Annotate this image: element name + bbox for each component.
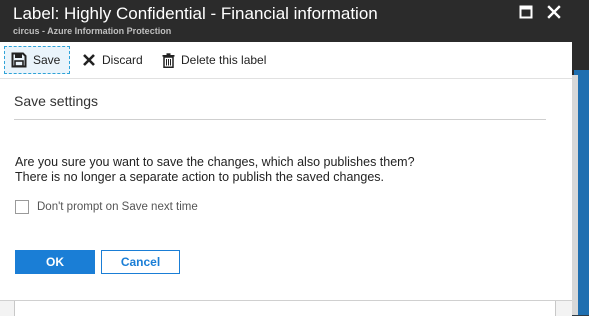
close-button[interactable] <box>546 4 562 24</box>
discard-button[interactable]: Discard <box>76 46 149 74</box>
dialog-message-line-2: There is no longer a separate action to … <box>15 170 384 184</box>
delete-label: Delete this label <box>181 53 267 67</box>
discard-x-icon <box>82 53 96 67</box>
command-bar: Save Discard Delete this label <box>0 42 572 79</box>
save-button[interactable]: Save <box>4 46 70 74</box>
scrollbar[interactable] <box>572 75 578 315</box>
background-portal-edge <box>572 0 589 315</box>
dialog-title: Save settings <box>14 93 99 109</box>
label-blade: Label: Highly Confidential - Financial i… <box>0 0 572 316</box>
dialog-message: Are you sure you want to save the change… <box>15 155 415 185</box>
dialog-divider <box>14 119 546 120</box>
dont-prompt-checkbox[interactable] <box>15 200 29 214</box>
maximize-icon <box>519 5 533 24</box>
trash-icon <box>162 52 175 68</box>
blade-subtitle: circus - Azure Information Protection <box>13 26 172 36</box>
save-settings-dialog: Save settings Are you sure you want to s… <box>0 79 572 300</box>
discard-label: Discard <box>102 53 143 67</box>
close-icon <box>547 4 561 24</box>
blade-content-underlay <box>0 300 572 316</box>
dont-prompt-label[interactable]: Don't prompt on Save next time <box>37 201 198 213</box>
ok-button[interactable]: OK <box>15 250 95 274</box>
dont-prompt-option[interactable]: Don't prompt on Save next time <box>15 200 198 214</box>
title-bar: Label: Highly Confidential - Financial i… <box>0 0 572 42</box>
cancel-button[interactable]: Cancel <box>101 250 180 274</box>
save-label: Save <box>33 53 61 67</box>
dialog-message-line-1: Are you sure you want to save the change… <box>15 155 415 169</box>
delete-label-button[interactable]: Delete this label <box>156 46 272 74</box>
maximize-button[interactable] <box>518 5 534 24</box>
underlying-content-box <box>14 301 556 316</box>
save-icon <box>11 52 27 68</box>
blade-title: Label: Highly Confidential - Financial i… <box>13 4 378 23</box>
